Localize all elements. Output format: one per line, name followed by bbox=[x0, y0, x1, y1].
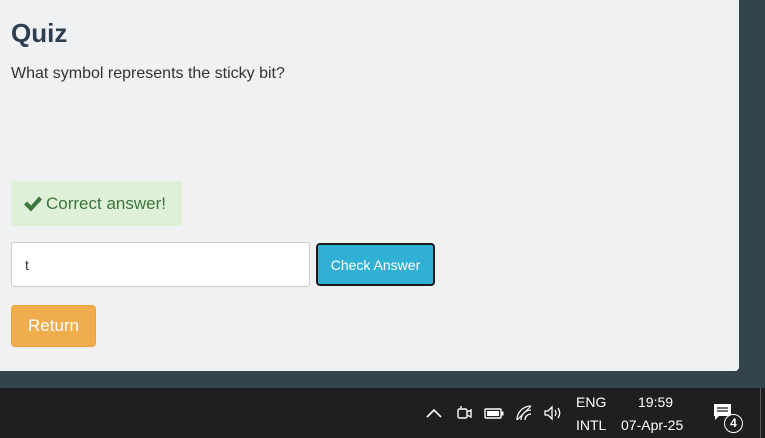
notification-count-badge: 4 bbox=[724, 414, 743, 433]
checkmark-icon bbox=[24, 196, 42, 211]
battery-icon[interactable] bbox=[483, 402, 505, 424]
language-indicator-line1[interactable]: ENG bbox=[576, 394, 606, 410]
language-indicator-line2[interactable]: INTL bbox=[576, 417, 606, 433]
clock-date[interactable]: 07-Apr-25 bbox=[621, 417, 683, 433]
check-answer-button[interactable]: Check Answer bbox=[316, 243, 435, 286]
show-desktop-button[interactable] bbox=[760, 388, 761, 438]
meet-now-icon[interactable] bbox=[453, 402, 475, 424]
taskbar: ENG INTL 19:59 07-Apr-25 4 bbox=[0, 388, 765, 438]
page-title: Quiz bbox=[11, 18, 68, 48]
success-alert-text: Correct answer! bbox=[46, 193, 166, 213]
answer-input[interactable] bbox=[11, 242, 310, 287]
wifi-icon[interactable] bbox=[513, 402, 535, 424]
clock-time[interactable]: 19:59 bbox=[638, 394, 673, 410]
return-button[interactable]: Return bbox=[11, 305, 96, 347]
chevron-up-icon[interactable] bbox=[423, 402, 445, 424]
quiz-card: Quiz What symbol represents the sticky b… bbox=[0, 0, 739, 371]
success-alert: Correct answer! bbox=[11, 181, 182, 226]
page: Quiz What symbol represents the sticky b… bbox=[0, 0, 765, 438]
speaker-icon[interactable] bbox=[542, 402, 564, 424]
question-text: What symbol represents the sticky bit? bbox=[11, 65, 285, 82]
